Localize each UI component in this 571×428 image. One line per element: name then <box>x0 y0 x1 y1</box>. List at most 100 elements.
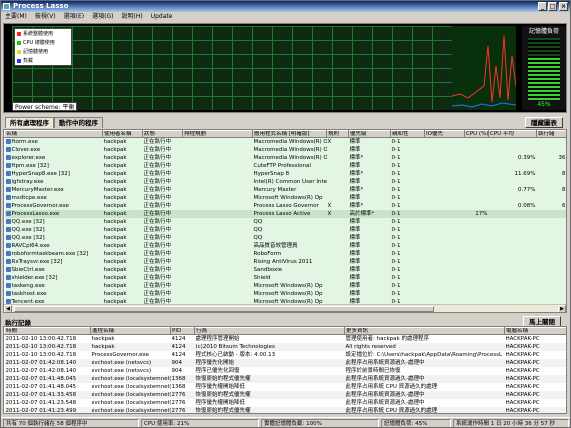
process-cell: 標準 <box>349 219 361 225</box>
process-cell <box>489 194 537 202</box>
process-cell: 0-1 <box>391 243 401 249</box>
process-row[interactable]: roboformtaskbeam.exe [32] hackpak 正在執行中 Rob… <box>4 250 566 258</box>
column-header[interactable]: CPU 平均 <box>488 130 537 138</box>
menu-main[interactable]: 主要(M) <box>1 12 31 22</box>
process-cell: Sandboxie <box>253 267 283 273</box>
column-header[interactable]: 親和性 <box>390 130 425 138</box>
process-row[interactable]: msdtcpe.exe hackpak 正在執行中 Microsoft Windows… <box>4 194 566 202</box>
scroll-right-button[interactable]: ▶ <box>558 305 566 312</box>
column-header[interactable]: 使用者名稱 <box>102 130 143 138</box>
tab-all-processes[interactable]: 所有處理程序 <box>5 117 54 128</box>
process-row[interactable]: shielder.exe [32] hackpak 正在執行中 Shield 標準 0-1 <box>4 274 566 282</box>
process-row[interactable]: MercuryMaster.exe hackpak 正在執行中 Mercury Mas… <box>4 186 566 194</box>
log-cell: ProcessGovernor.exe <box>91 352 149 358</box>
process-cell: hackpak <box>103 275 127 281</box>
process-row[interactable]: HyperSnap8.exe [32] hackpak 正在執行中 HyperSnap… <box>4 170 566 178</box>
process-cell: 正在執行中 <box>143 283 172 289</box>
process-row[interactable]: QQ.exe [32] hackpak 正在執行中 QQ 標準 0-1 <box>4 234 566 242</box>
process-row[interactable]: igfxtray.exe hackpak 正在執行中 Intel(R) Common … <box>4 178 566 186</box>
log-row[interactable]: 2011-02-07 01:42:08.140 svchost.exe (nets… <box>4 367 566 375</box>
power-scheme-label[interactable]: Power scheme: 平衡 <box>12 102 78 111</box>
process-table: 名稱 使用者名稱 狀態 排程規劃 應用程式名稱 [明確版] 規則 優先級 親和性 IO優先 CPU… <box>4 130 566 312</box>
log-column-header[interactable]: 行為 <box>194 327 345 335</box>
process-row[interactable]: Clover.exe hackpak 正在執行中 Macromedia Windows… <box>4 146 566 154</box>
process-row[interactable]: QQ.exe [32] hackpak 正在執行中 QQ 標準 0-1 <box>4 226 566 234</box>
column-header[interactable]: 優先級 <box>348 130 391 138</box>
cpu-graph <box>12 26 492 110</box>
column-header[interactable]: IO優先 <box>424 130 465 138</box>
process-row[interactable]: ftorm.exe hackpak 正在執行中 Macromedia Windows(… <box>4 137 566 146</box>
scroll-left-button[interactable]: ◀ <box>4 305 12 312</box>
log-cell: HACKPAK-PC <box>505 360 540 366</box>
log-cell: HACKPAK-PC <box>505 368 540 374</box>
process-cell: 標準 <box>349 259 361 265</box>
horizontal-scrollbar[interactable]: ◀ ▶ <box>4 304 566 312</box>
log-row[interactable]: 2011-02-07 01:42:08.140 svchost.exe (nets… <box>4 359 566 367</box>
process-name-cell: shielder.exe [32] <box>5 274 103 282</box>
close-button[interactable]: × <box>559 2 568 11</box>
process-cell <box>465 274 489 282</box>
process-row[interactable]: taskhost.exe hackpak 正在執行中 Microsoft Window… <box>4 290 566 298</box>
log-cell: 1368 <box>171 376 186 382</box>
log-column-header[interactable]: 時間 <box>4 327 91 335</box>
process-cell <box>183 274 253 282</box>
log-column-header[interactable]: 進程名稱 <box>90 327 171 335</box>
log-column-header[interactable]: 更多資訊 <box>344 327 505 335</box>
process-cell: Macromedia Windows(R) Op <box>253 155 327 161</box>
process-row[interactable]: SbieCtrl.exe hackpak 正在執行中 Sandboxie 標準 0-1 <box>4 266 566 274</box>
menu-update[interactable]: Update <box>147 12 177 22</box>
process-cell: QQ <box>253 235 263 241</box>
process-row[interactable]: RxTraysvr.exe [32] hackpak 正在執行中 Rising Ant… <box>4 258 566 266</box>
process-cell <box>425 146 465 154</box>
log-row[interactable]: 2011-02-07 01:41:48.045 svchost.exe (loca… <box>4 375 566 383</box>
menu-options[interactable]: 選項(E) <box>60 12 88 22</box>
process-cell <box>327 290 349 298</box>
process-row[interactable]: ProcessLasso.exe hackpak 正在執行中 Process Lass… <box>4 210 566 218</box>
menu-view[interactable]: 檢視(V) <box>31 12 60 22</box>
log-row[interactable]: 2011-02-07 01:41:48.045 svchost.exe (loca… <box>4 383 566 391</box>
log-cell: 4124 <box>171 336 186 342</box>
log-row[interactable]: 2011-02-07 01:41:33.458 svchost.exe (loca… <box>4 391 566 399</box>
scroll-thumb[interactable] <box>14 306 434 312</box>
process-cell: hackpak <box>103 243 127 249</box>
menu-options-2[interactable]: 選項(G) <box>88 12 117 22</box>
column-header[interactable]: 排程規劃 <box>182 130 253 138</box>
log-row[interactable]: 2011-02-07 01:41:23.548 svchost.exe (loca… <box>4 399 566 407</box>
process-cell <box>183 258 253 266</box>
process-name-cell: ProcessLasso.exe <box>5 210 103 218</box>
process-row[interactable]: RAVCpl64.exe hackpak 正在執行中 高品質音效管理員 標準 0-1 <box>4 242 566 250</box>
log-row[interactable]: 2011-02-10 13:00:42.718 hackpak 4124 (c)201… <box>4 343 566 351</box>
process-row[interactable]: ftpm.exe [32] hackpak 正在執行中 CuteFTP Profess… <box>4 162 566 170</box>
process-row[interactable]: QQ.exe [32] hackpak 正在執行中 QQ 標準 0-1 <box>4 218 566 226</box>
log-cell: HACKPAK-PC <box>505 400 540 406</box>
column-header[interactable]: CPU (%) <box>464 130 489 138</box>
log-cell: svchost.exe (localsystemnet) <box>91 376 171 382</box>
process-cell <box>183 170 253 178</box>
process-cell <box>327 234 349 242</box>
process-name-cell: ProcessGovernor.exe <box>5 202 103 210</box>
log-row[interactable]: 2011-02-10 13:00:42.718 hackpak 4124 處理程序管理… <box>4 334 566 343</box>
log-cell: svchost.exe (localsystemnet) <box>91 408 171 414</box>
log-row[interactable]: 2011-02-10 13:00:42.718 ProcessGovernor.e… <box>4 351 566 359</box>
hide-graph-button[interactable]: 隱藏圖表 <box>525 117 563 128</box>
column-header[interactable]: 執行緒 <box>536 130 566 138</box>
process-cell: 11.69% <box>514 171 536 177</box>
minimize-button[interactable]: _ <box>538 2 547 11</box>
log-column-header[interactable]: 電腦名稱 <box>504 327 566 335</box>
process-cell <box>425 266 465 274</box>
tab-active-processes[interactable]: 動作中的程序 <box>54 117 103 128</box>
menu-help[interactable]: 說明(H) <box>117 12 146 22</box>
column-header[interactable]: 名稱 <box>4 130 103 138</box>
process-cell <box>425 282 465 290</box>
meter-value: 45% <box>537 101 551 108</box>
process-row[interactable]: taskeng.exe hackpak 正在執行中 Microsoft Windows… <box>4 282 566 290</box>
log-row[interactable]: 2011-02-07 01:41:23.499 svchost.exe (loca… <box>4 407 566 414</box>
column-header[interactable]: 應用程式名稱 [明確版] <box>252 130 327 138</box>
column-header[interactable]: 規則 <box>326 130 349 138</box>
process-cell: 0-1 <box>391 187 401 193</box>
log-column-header[interactable]: PID <box>170 327 195 335</box>
process-row[interactable]: explorer.exe hackpak 正在執行中 Macromedia Windo… <box>4 154 566 162</box>
column-header[interactable]: 狀態 <box>142 130 183 138</box>
process-row[interactable]: ProcessGovernor.exe hackpak 正在執行中 Process L… <box>4 202 566 210</box>
maximize-button[interactable]: □ <box>548 2 557 11</box>
